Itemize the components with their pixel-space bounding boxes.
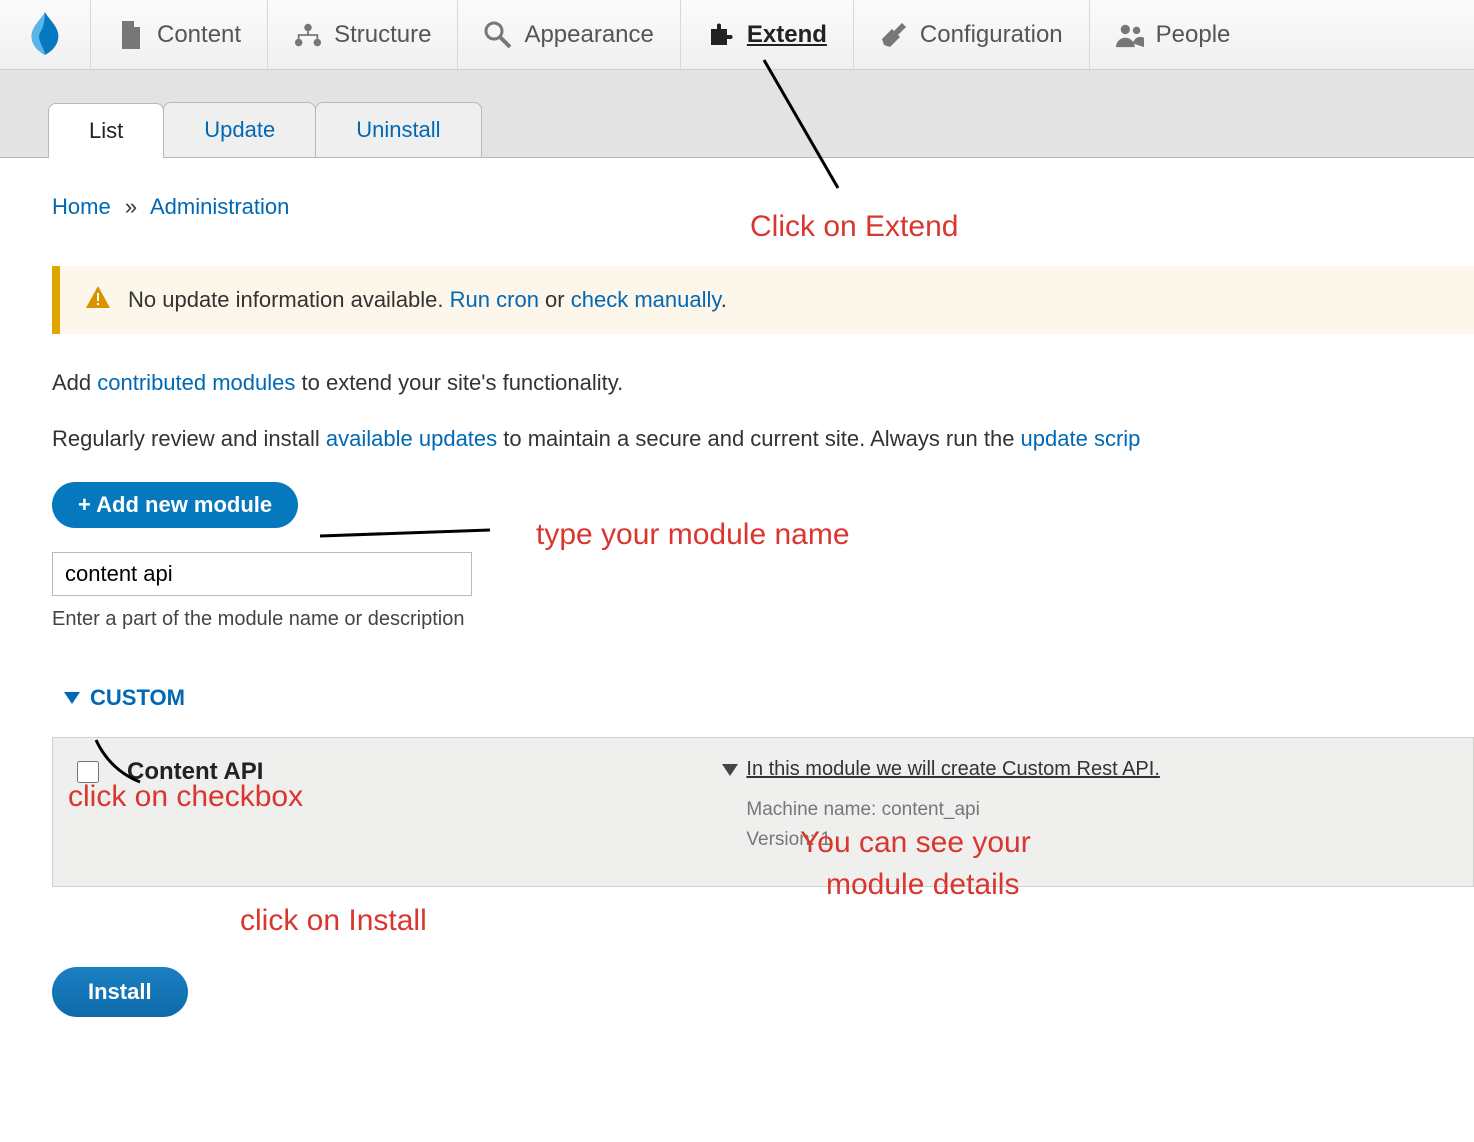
- para-contributed: Add contributed modules to extend your s…: [52, 370, 1474, 396]
- toolbar-label: Content: [157, 21, 241, 49]
- warning-period: .: [721, 287, 727, 312]
- people-icon: [1116, 21, 1144, 49]
- structure-icon: [294, 21, 322, 49]
- toolbar-label: Configuration: [920, 21, 1063, 49]
- breadcrumb-sep: »: [125, 194, 137, 219]
- module-machine-name: Machine name: content_api: [746, 795, 1449, 825]
- toolbar-label: Extend: [747, 21, 827, 49]
- contributed-modules-link[interactable]: contributed modules: [97, 370, 295, 395]
- tab-uninstall[interactable]: Uninstall: [315, 102, 481, 157]
- toolbar-label: Structure: [334, 21, 431, 49]
- breadcrumb: Home » Administration: [52, 194, 1474, 220]
- check-manually-link[interactable]: check manually: [571, 287, 721, 312]
- toolbar-extend[interactable]: Extend: [680, 0, 853, 69]
- warning-box: No update information available. Run cro…: [52, 266, 1474, 334]
- toolbar-label: People: [1156, 21, 1231, 49]
- toolbar-label: Appearance: [524, 21, 653, 49]
- module-enable-checkbox[interactable]: [77, 761, 99, 783]
- para-updates: Regularly review and install available u…: [52, 426, 1474, 452]
- toolbar-structure[interactable]: Structure: [267, 0, 457, 69]
- chevron-down-icon: [722, 764, 738, 776]
- install-button[interactable]: Install: [52, 967, 188, 1017]
- module-row: Content API In this module we will creat…: [52, 737, 1474, 887]
- warning-mid: or: [539, 287, 571, 312]
- warning-icon: [86, 286, 110, 314]
- module-description-toggle[interactable]: In this module we will create Custom Res…: [722, 758, 1449, 781]
- add-new-module-button[interactable]: + Add new module: [52, 482, 298, 528]
- module-search-input[interactable]: [52, 552, 472, 596]
- chevron-down-icon: [64, 692, 80, 704]
- appearance-icon: [484, 21, 512, 49]
- module-name: Content API: [127, 758, 263, 786]
- toolbar-appearance[interactable]: Appearance: [457, 0, 679, 69]
- section-custom[interactable]: CUSTOM: [64, 685, 1474, 711]
- extend-icon: [707, 21, 735, 49]
- section-title-label: CUSTOM: [90, 685, 185, 711]
- tabs: List Update Uninstall: [48, 102, 1474, 157]
- available-updates-link[interactable]: available updates: [326, 426, 497, 451]
- configuration-icon: [880, 21, 908, 49]
- search-help-text: Enter a part of the module name or descr…: [52, 608, 1474, 631]
- secondary-bar: List Update Uninstall: [0, 70, 1474, 158]
- drupal-logo: [0, 0, 90, 69]
- content-icon: [117, 21, 145, 49]
- toolbar-configuration[interactable]: Configuration: [853, 0, 1089, 69]
- admin-toolbar: Content Structure Appearance Extend Conf: [0, 0, 1474, 70]
- breadcrumb-admin[interactable]: Administration: [150, 194, 289, 219]
- tab-update[interactable]: Update: [163, 102, 316, 157]
- tab-list[interactable]: List: [48, 103, 164, 158]
- drupal-icon: [26, 12, 64, 58]
- run-cron-link[interactable]: Run cron: [450, 287, 539, 312]
- module-description-text: In this module we will create Custom Res…: [746, 758, 1160, 781]
- toolbar-people[interactable]: People: [1089, 0, 1257, 69]
- update-script-link[interactable]: update scrip: [1021, 426, 1141, 451]
- module-version: Version: 1: [746, 825, 1449, 855]
- breadcrumb-home[interactable]: Home: [52, 194, 111, 219]
- toolbar-content[interactable]: Content: [90, 0, 267, 69]
- warning-text: No update information available.: [128, 287, 450, 312]
